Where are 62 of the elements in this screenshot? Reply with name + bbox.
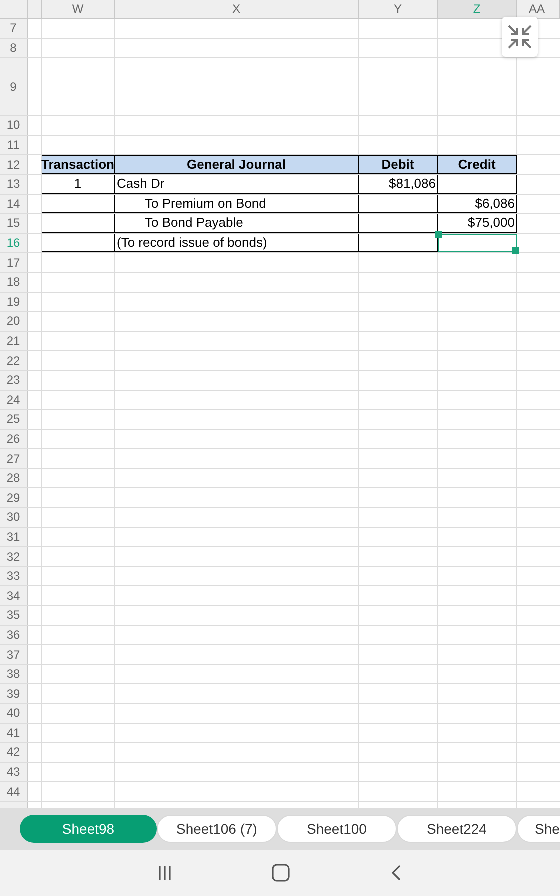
row-header[interactable]: 26 [0,430,28,448]
row-header[interactable]: 32 [0,547,28,566]
column-heading-cell: General Journal [115,155,359,174]
row-header[interactable]: 25 [0,410,28,429]
table-cell: To Premium on Bond [115,194,359,214]
row-header[interactable]: 15 [0,214,28,233]
row-header[interactable]: 24 [0,390,28,410]
column-heading-cell: Transaction [42,155,115,174]
table-cell: 1 [42,174,115,194]
table-cell: Cash Dr [115,174,359,194]
row-header[interactable]: 29 [0,488,28,508]
row-header[interactable]: 14 [0,194,28,214]
row-header[interactable]: 36 [0,626,28,644]
row-header[interactable]: 40 [0,704,28,723]
row-header[interactable]: 37 [0,645,28,664]
row-header[interactable]: 35 [0,606,28,625]
sheet-tab[interactable]: She [517,815,560,843]
row-header[interactable]: 38 [0,664,28,684]
sheet-tab[interactable]: Sheet100 [277,815,397,843]
row-header[interactable]: 7 [0,19,28,38]
sheet-tab[interactable]: Sheet106 (7) [157,815,277,843]
row-header[interactable]: 10 [0,116,28,135]
column-heading-cell: Credit [438,155,517,174]
row-header[interactable]: 17 [0,253,28,272]
row-header[interactable]: 16 [0,234,28,252]
home-icon[interactable] [272,864,290,882]
back-icon[interactable] [390,864,402,882]
row-header[interactable]: 22 [0,351,28,370]
row-header[interactable]: 12 [0,155,28,174]
row-header[interactable]: 27 [0,449,28,468]
row-header[interactable]: 20 [0,312,28,331]
row-header[interactable]: 43 [0,762,28,782]
column-header[interactable]: W [42,0,115,18]
row-header[interactable]: 44 [0,782,28,801]
row-header[interactable]: 39 [0,684,28,703]
collapse-button[interactable] [502,17,538,57]
table-cell: To Bond Payable [115,214,359,233]
row-header[interactable]: 11 [0,136,28,154]
row-header[interactable]: 18 [0,272,28,292]
collapse-icon [507,24,533,50]
sheet-tab[interactable]: Sheet98 [20,815,157,843]
row-header[interactable]: 34 [0,586,28,606]
row-header[interactable]: 8 [0,38,28,58]
column-heading-cell: Debit [359,155,438,174]
row-header[interactable]: 21 [0,332,28,350]
row-header[interactable]: 42 [0,743,28,762]
selection-handle[interactable] [512,247,519,254]
row-header[interactable]: 13 [0,174,28,194]
row-header[interactable]: 9 [0,58,28,116]
row-header[interactable]: 23 [0,370,28,390]
row-header[interactable]: 30 [0,508,28,527]
column-header[interactable]: X [115,0,359,18]
row-header[interactable]: 41 [0,724,28,742]
table-cell: $81,086 [359,174,438,194]
table-cell: (To record issue of bonds) [115,234,359,252]
table-cell: $6,086 [438,194,517,214]
sheet-tab[interactable]: Sheet224 [397,815,517,843]
row-header[interactable]: 28 [0,468,28,488]
recent-apps-icon[interactable] [158,865,172,881]
row-header[interactable]: 33 [0,566,28,586]
row-header[interactable]: 31 [0,528,28,546]
row-header[interactable]: 19 [0,292,28,312]
